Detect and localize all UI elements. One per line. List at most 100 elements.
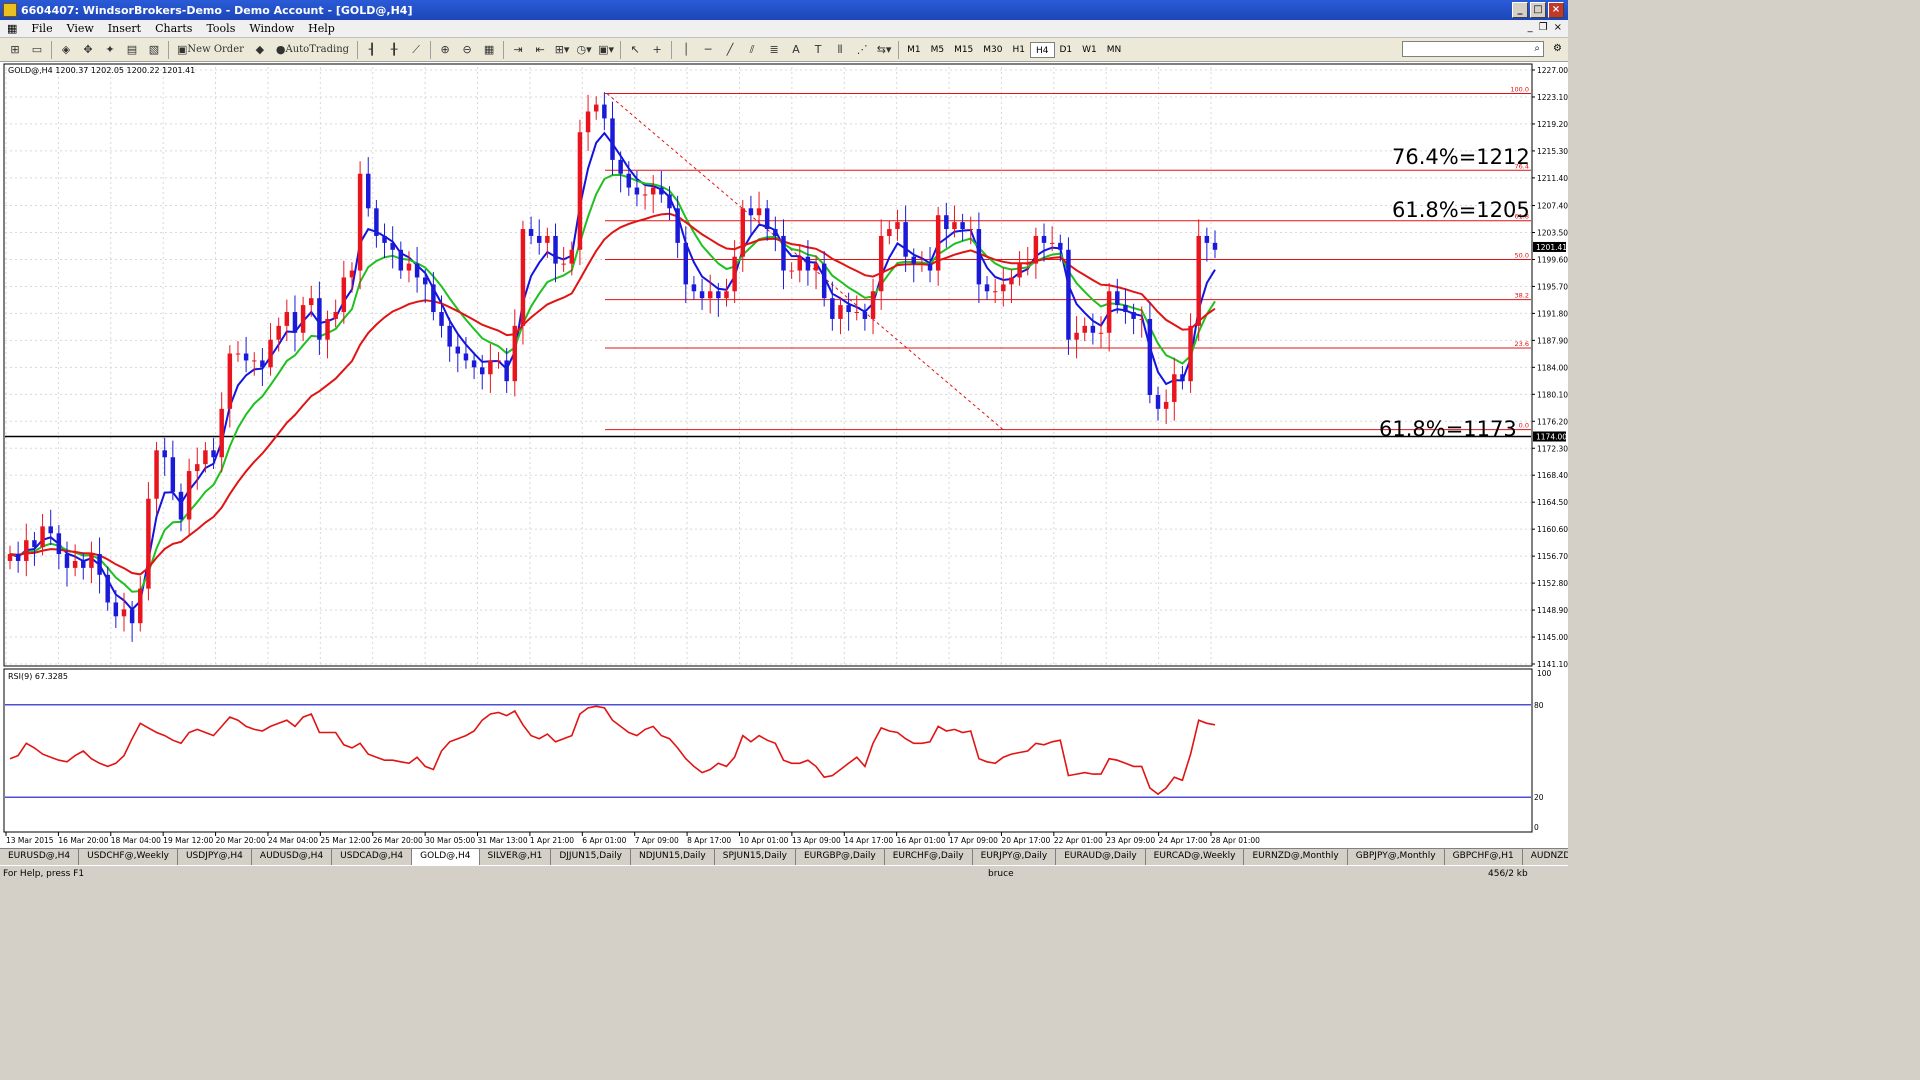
candle-body <box>748 208 754 216</box>
zoom-in-icon[interactable]: ⊕ <box>436 41 454 59</box>
price-pane[interactable] <box>3 63 1533 667</box>
timeframe-m30[interactable]: M30 <box>978 42 1007 58</box>
zoom-out-icon[interactable]: ⊖ <box>458 41 476 59</box>
candle-body <box>1204 235 1210 243</box>
chart-tab[interactable]: USDJPY@,H4 <box>178 849 252 865</box>
timeframe-m15[interactable]: M15 <box>949 42 978 58</box>
candle-body <box>667 194 672 209</box>
periods-icon[interactable]: ◷▾ <box>575 41 593 59</box>
menu-view[interactable]: View <box>60 22 101 35</box>
chart-tab[interactable]: DJJUN15,Daily <box>551 849 631 865</box>
chart-tab[interactable]: EURUSD@,H4 <box>0 849 80 865</box>
terminal-icon[interactable]: ▤ <box>123 41 141 59</box>
auto-trading-button[interactable]: ● AutoTrading <box>273 41 352 59</box>
candle-body <box>1082 325 1087 333</box>
x-tick-label: 10 Apr 01:00 <box>739 836 788 845</box>
chart-tab[interactable]: NDJUN15,Daily <box>631 849 715 865</box>
candle-body <box>284 312 290 326</box>
gann-icon[interactable]: ⦀ <box>831 41 849 59</box>
timeframe-m5[interactable]: M5 <box>926 42 950 58</box>
chart-tab[interactable]: EURAUD@,Daily <box>1056 849 1146 865</box>
candle-body <box>1090 325 1096 333</box>
candlestick-icon[interactable]: ╂ <box>385 41 403 59</box>
timeframe-w1[interactable]: W1 <box>1077 42 1102 58</box>
data-window-icon[interactable]: ✥ <box>79 41 97 59</box>
text-label-icon[interactable]: T <box>809 41 827 59</box>
chart-tab[interactable]: AUDUSD@,H4 <box>252 849 333 865</box>
trendline-icon[interactable]: ╱ <box>721 41 739 59</box>
mdi-restore-icon[interactable]: ❐ <box>1539 22 1548 33</box>
indicators-icon[interactable]: ⊞▾ <box>553 41 571 59</box>
chart-shift-icon[interactable]: ⇤ <box>531 41 549 59</box>
fibo-fan-icon[interactable]: ⋰ <box>853 41 871 59</box>
market-watch-icon[interactable]: ◈ <box>57 41 75 59</box>
chart-window[interactable]: 100.0 76.4 61.8 50.0 38.2 23.6 0.0 80 20 100 0 12… <box>0 62 1568 848</box>
templates-icon[interactable]: ▣▾ <box>597 41 615 59</box>
chart-tab[interactable]: AUDNZD@,Daily <box>1523 849 1568 865</box>
menu-tools[interactable]: Tools <box>199 22 242 35</box>
chart-tab[interactable]: EURCHF@,Daily <box>885 849 973 865</box>
chart-tab[interactable]: GOLD@,H4 <box>412 849 480 865</box>
y-tick-label: 1219.20 <box>1537 120 1568 129</box>
chart-tab[interactable]: SILVER@,H1 <box>480 849 552 865</box>
chart-tab[interactable]: EURCAD@,Weekly <box>1146 849 1245 865</box>
maximize-button[interactable]: □ <box>1530 2 1546 18</box>
search-icon[interactable]: ⌕ <box>1534 43 1540 54</box>
rsi-pane[interactable] <box>3 668 1533 833</box>
menu-charts[interactable]: Charts <box>148 22 199 35</box>
candle-body <box>553 235 558 264</box>
chart-tab[interactable]: USDCAD@,H4 <box>332 849 413 865</box>
chart-tab[interactable]: EURJPY@,Daily <box>973 849 1057 865</box>
timeframe-h1[interactable]: H1 <box>1008 42 1031 58</box>
candle-body <box>504 360 509 382</box>
menu-file[interactable]: File <box>24 22 59 35</box>
vertical-line-icon[interactable]: │ <box>677 41 695 59</box>
chart-tab[interactable]: EURNZD@,Monthly <box>1244 849 1348 865</box>
menu-bar: ▦ File View Insert Charts Tools Window H… <box>0 20 1568 38</box>
crosshair-icon[interactable]: + <box>648 41 666 59</box>
horizontal-line-icon[interactable]: ─ <box>699 41 717 59</box>
mdi-close-icon[interactable]: × <box>1554 22 1562 33</box>
candle-body <box>984 284 990 292</box>
x-tick-label: 18 Mar 04:00 <box>111 836 161 845</box>
candle-body <box>536 235 542 243</box>
new-order-button[interactable]: ▣ New Order <box>174 41 247 59</box>
fib-level-label: 50.0 <box>1515 251 1529 259</box>
chart-tab[interactable]: GBPCHF@,H1 <box>1445 849 1523 865</box>
settings-icon[interactable]: ⚙ <box>1553 43 1562 54</box>
chart-tab[interactable]: GBPJPY@,Monthly <box>1348 849 1445 865</box>
chart-tab[interactable]: EURGBP@,Daily <box>796 849 885 865</box>
candle-body <box>398 249 404 271</box>
profiles-icon[interactable]: ▭ <box>28 41 46 59</box>
chart-window-icon[interactable]: ▦ <box>0 22 24 35</box>
metaeditor-icon[interactable]: ◆ <box>251 41 269 59</box>
equidistant-channel-icon[interactable]: ⫽ <box>743 41 761 59</box>
timeframe-h4[interactable]: H4 <box>1030 41 1055 58</box>
menu-window[interactable]: Window <box>242 22 301 35</box>
strategy-tester-icon[interactable]: ▧ <box>145 41 163 59</box>
auto-scroll-icon[interactable]: ⇥ <box>509 41 527 59</box>
menu-help[interactable]: Help <box>301 22 342 35</box>
cursor-icon[interactable]: ↖ <box>626 41 644 59</box>
arrows-icon[interactable]: ⇆▾ <box>875 41 893 59</box>
tile-windows-icon[interactable]: ▦ <box>480 41 498 59</box>
candle-body <box>830 298 835 319</box>
timeframe-m1[interactable]: M1 <box>902 42 926 58</box>
timeframe-d1[interactable]: D1 <box>1055 42 1078 58</box>
fibonacci-icon[interactable]: ≣ <box>765 41 783 59</box>
mdi-minimize-icon[interactable]: _ <box>1528 22 1533 33</box>
minimize-button[interactable]: _ <box>1512 2 1528 18</box>
new-chart-icon[interactable]: ⊞ <box>6 41 24 59</box>
candle-body <box>455 346 461 354</box>
bar-chart-icon[interactable]: ┨ <box>363 41 381 59</box>
close-button[interactable]: × <box>1548 2 1564 18</box>
menu-insert[interactable]: Insert <box>101 22 148 35</box>
fib-annotation-618-upper: 61.8%=1205 <box>1392 198 1530 222</box>
text-icon[interactable]: A <box>787 41 805 59</box>
chart-tab[interactable]: SPJUN15,Daily <box>715 849 796 865</box>
search-input[interactable]: ⌕ <box>1402 41 1544 57</box>
timeframe-mn[interactable]: MN <box>1102 42 1127 58</box>
navigator-icon[interactable]: ✦ <box>101 41 119 59</box>
chart-tab[interactable]: USDCHF@,Weekly <box>79 849 178 865</box>
line-chart-icon[interactable]: ⟋ <box>407 41 425 59</box>
